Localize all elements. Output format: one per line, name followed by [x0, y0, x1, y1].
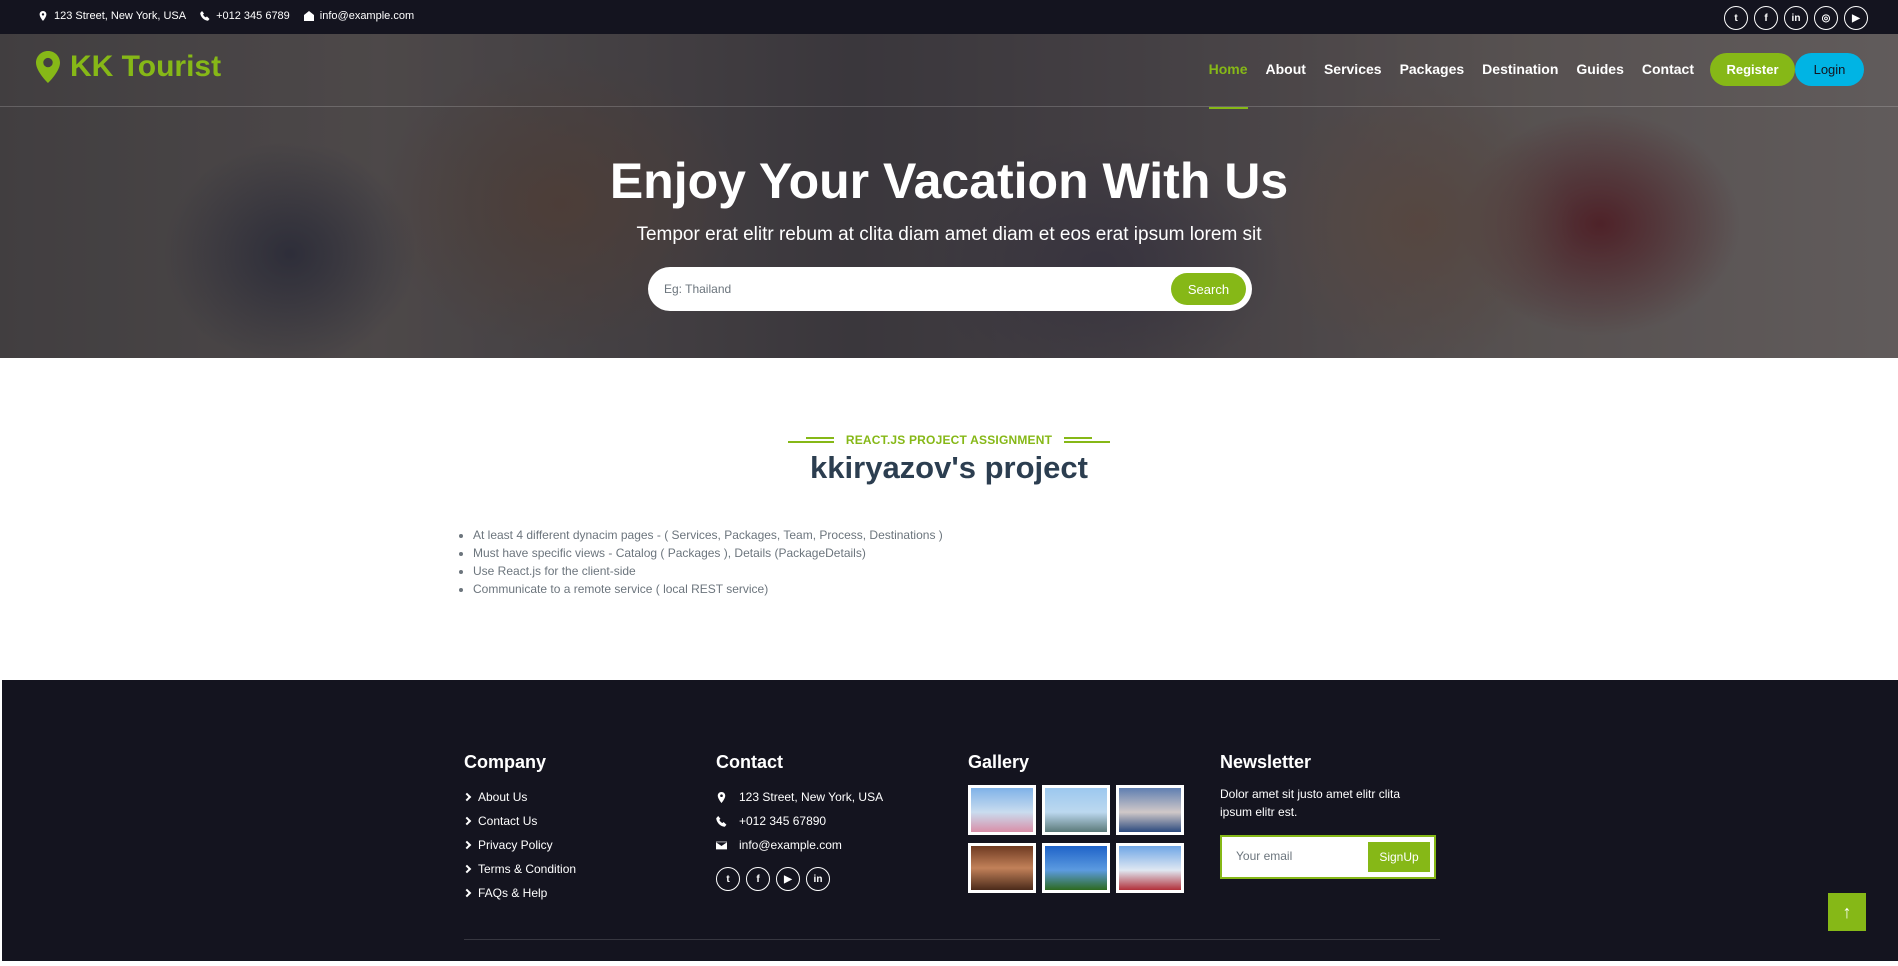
footer: Company About Us Contact Us Privacy Poli… — [2, 680, 1898, 961]
youtube-icon[interactable]: ▶ — [1844, 6, 1868, 30]
arrow-up-icon: ↑ — [1842, 901, 1852, 922]
email-item: info@example.com — [303, 10, 415, 22]
gallery-image-fuji[interactable] — [1116, 843, 1184, 893]
section-title: kkiryazov's project — [810, 450, 1088, 485]
gallery-image-eiffel[interactable] — [968, 785, 1036, 835]
top-email: info@example.com — [319, 10, 415, 22]
footer-newsletter: Newsletter Dolor amet sit justo amet eli… — [1220, 752, 1436, 879]
newsletter-email-input[interactable] — [1236, 849, 1356, 863]
footer-link-terms[interactable]: Terms & Condition — [462, 857, 576, 881]
map-marker-icon — [717, 791, 726, 803]
phone-icon — [200, 11, 210, 21]
footer-gallery-title: Gallery — [968, 752, 1030, 772]
footer-company: Company About Us Contact Us Privacy Poli… — [462, 752, 576, 905]
footer-email: info@example.com — [716, 833, 883, 857]
chevron-right-icon — [462, 816, 472, 826]
section-tag-text: REACT.JS PROJECT ASSIGNMENT — [845, 433, 1053, 447]
chevron-right-icon — [462, 864, 472, 874]
brand-name: KK Tourist — [70, 50, 222, 83]
facebook-icon[interactable]: f — [746, 867, 770, 891]
footer-link-contact[interactable]: Contact Us — [462, 809, 576, 833]
footer-link-faqs[interactable]: FAQs & Help — [462, 881, 576, 905]
footer-divider — [464, 939, 1440, 940]
map-marker-icon — [36, 51, 60, 83]
nav-item-packages[interactable]: Packages — [1400, 61, 1465, 77]
footer-company-title: Company — [464, 752, 547, 772]
top-bar: 123 Street, New York, USA +012 345 6789 … — [0, 0, 1898, 34]
twitter-icon[interactable]: t — [716, 867, 740, 891]
linkedin-icon[interactable]: in — [1784, 6, 1808, 30]
linkedin-icon[interactable]: in — [806, 867, 830, 891]
signup-button[interactable]: SignUp — [1368, 842, 1430, 872]
search-button[interactable]: Search — [1171, 273, 1246, 305]
envelope-open-icon — [303, 11, 314, 21]
top-phone: +012 345 6789 — [216, 10, 290, 22]
top-contact-info: 123 Street, New York, USA +012 345 6789 … — [38, 10, 414, 22]
footer-contact-title: Contact — [716, 752, 783, 772]
gallery-grid — [968, 785, 1184, 893]
navbar: KK Tourist Home About Services Packages … — [0, 34, 1898, 109]
main-menu: Home About Services Packages Destination… — [1208, 61, 1694, 109]
footer-phone: +012 345 67890 — [716, 809, 883, 833]
youtube-icon[interactable]: ▶ — [776, 867, 800, 891]
envelope-icon — [716, 841, 727, 849]
hero-section: KK Tourist Home About Services Packages … — [0, 34, 1898, 358]
list-item: At least 4 different dynacim pages - ( S… — [473, 526, 943, 544]
nav-item-home[interactable]: Home — [1208, 61, 1248, 109]
nav-item-services[interactable]: Services — [1324, 61, 1382, 77]
chevron-right-icon — [462, 888, 472, 898]
footer-social-links: t f ▶ in — [716, 867, 883, 891]
search-input[interactable] — [664, 279, 1114, 299]
tag-line-right — [1064, 437, 1111, 443]
footer-contact: Contact 123 Street, New York, USA +012 3… — [716, 752, 883, 891]
section-tag: REACT.JS PROJECT ASSIGNMENT — [0, 432, 1898, 447]
gallery-image-tree[interactable] — [1042, 843, 1110, 893]
login-button[interactable]: Login — [1795, 53, 1864, 86]
top-address: 123 Street, New York, USA — [54, 10, 187, 22]
newsletter-text: Dolor amet sit justo amet elitr clita ip… — [1220, 787, 1401, 819]
brand-logo[interactable]: KK Tourist — [36, 50, 221, 84]
tag-line-left — [787, 437, 834, 443]
footer-newsletter-title: Newsletter — [1220, 752, 1312, 772]
chevron-right-icon — [462, 792, 472, 802]
nav-item-contact[interactable]: Contact — [1642, 61, 1694, 77]
nav-item-destination[interactable]: Destination — [1482, 61, 1558, 77]
phone-item: +012 345 6789 — [200, 10, 290, 22]
footer-link-about[interactable]: About Us — [462, 785, 576, 809]
gallery-image-liberty[interactable] — [1042, 785, 1110, 835]
list-item: Communicate to a remote service ( local … — [473, 580, 943, 598]
nav-item-guides[interactable]: Guides — [1576, 61, 1623, 77]
footer-company-links: About Us Contact Us Privacy Policy Terms… — [462, 785, 576, 905]
instagram-icon[interactable]: ◎ — [1814, 6, 1838, 30]
footer-contact-list: 123 Street, New York, USA +012 345 67890… — [716, 785, 883, 857]
gallery-image-taj-mahal[interactable] — [1116, 785, 1184, 835]
hero-search-box: Search — [648, 267, 1252, 311]
register-button[interactable]: Register — [1710, 53, 1795, 86]
newsletter-form: SignUp — [1220, 835, 1436, 879]
phone-icon — [716, 815, 727, 827]
facebook-icon[interactable]: f — [1754, 6, 1778, 30]
footer-link-privacy[interactable]: Privacy Policy — [462, 833, 576, 857]
footer-address: 123 Street, New York, USA — [716, 785, 883, 809]
requirements-list: At least 4 different dynacim pages - ( S… — [473, 526, 943, 598]
hero-subtitle: Tempor erat elitr rebum at clita diam am… — [636, 224, 1262, 245]
page: 123 Street, New York, USA +012 345 6789 … — [0, 0, 1898, 966]
map-marker-icon — [39, 11, 47, 21]
list-item: Use React.js for the client-side — [473, 562, 943, 580]
twitter-icon[interactable]: t — [1724, 6, 1748, 30]
back-to-top-button[interactable]: ↑ — [1828, 893, 1866, 931]
list-item: Must have specific views - Catalog ( Pac… — [473, 544, 943, 562]
top-social-links: t f in ◎ ▶ — [1724, 6, 1868, 30]
hero-title: Enjoy Your Vacation With Us — [609, 153, 1289, 209]
chevron-right-icon — [462, 840, 472, 850]
gallery-image-petra[interactable] — [968, 843, 1036, 893]
address-item: 123 Street, New York, USA — [38, 10, 186, 22]
footer-gallery: Gallery — [968, 752, 1184, 893]
nav-item-about[interactable]: About — [1266, 61, 1306, 77]
